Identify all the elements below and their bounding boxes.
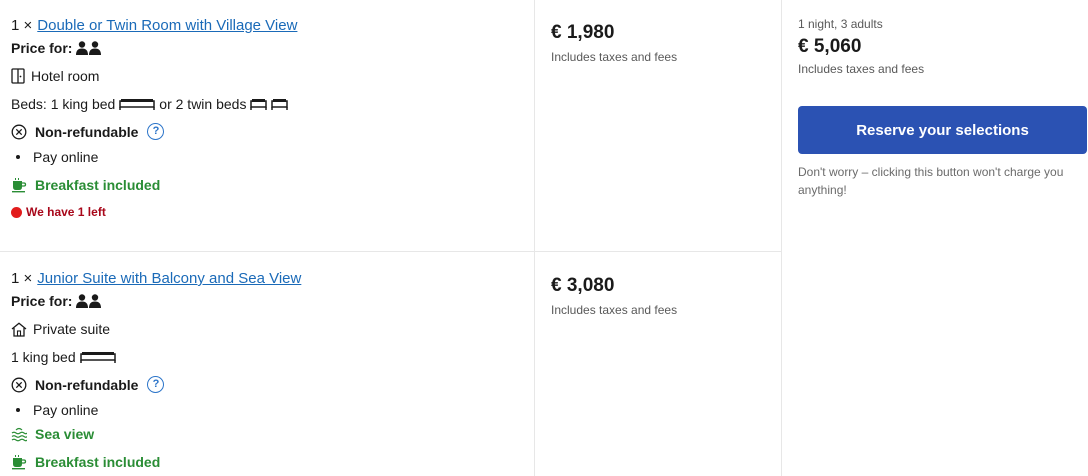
bed-info: Beds: 1 king bed or 2 twin beds bbox=[11, 96, 289, 112]
room-quantity: 1 × bbox=[11, 270, 33, 287]
twin-bed-icon bbox=[271, 97, 289, 111]
guests-icon bbox=[76, 41, 102, 55]
coffee-cup-icon bbox=[11, 454, 27, 470]
bullet bbox=[16, 408, 20, 412]
bullet bbox=[16, 155, 20, 159]
cancel-circle-icon bbox=[11, 124, 27, 140]
reserve-button[interactable]: Reserve your selections bbox=[798, 106, 1087, 154]
refund-policy: Non-refundable ? bbox=[11, 376, 165, 393]
payment-option: Pay online bbox=[11, 149, 98, 165]
view-feature: Sea view bbox=[11, 426, 94, 442]
room-price-amount: € 3,080 bbox=[551, 275, 615, 296]
meal-plan: Breakfast included bbox=[11, 454, 160, 470]
room-type-label: Hotel room bbox=[31, 68, 100, 84]
column-divider bbox=[781, 0, 782, 476]
column-divider bbox=[534, 0, 535, 476]
help-icon[interactable]: ? bbox=[147, 376, 165, 393]
room-type: Hotel room bbox=[11, 68, 99, 84]
room-type-label: Private suite bbox=[33, 321, 111, 337]
booking-summary: 1 night, 3 adults € 5,060 Includes taxes… bbox=[798, 17, 1087, 197]
price-for-label: Price for: bbox=[11, 40, 73, 56]
scarcity-label: We have 1 left bbox=[26, 205, 106, 219]
meal-plan: Breakfast included bbox=[11, 177, 160, 193]
room-price: € 1,980 Includes taxes and fees bbox=[551, 22, 677, 64]
room-type: Private suite bbox=[11, 321, 110, 337]
scarcity-message: We have 1 left bbox=[11, 205, 106, 219]
view-label: Sea view bbox=[35, 426, 95, 442]
room-price-note: Includes taxes and fees bbox=[551, 303, 678, 317]
meal-label: Breakfast included bbox=[35, 454, 161, 470]
room-title: 1 × Double or Twin Room with Village Vie… bbox=[11, 17, 297, 34]
help-icon[interactable]: ? bbox=[147, 123, 165, 140]
refund-label: Non-refundable bbox=[35, 123, 139, 140]
payment-label: Pay online bbox=[33, 402, 99, 418]
meal-label: Breakfast included bbox=[35, 177, 161, 193]
row-divider bbox=[0, 251, 782, 252]
room-name-link[interactable]: Double or Twin Room with Village View bbox=[37, 17, 297, 34]
price-for: Price for: bbox=[11, 40, 102, 56]
reassurance-note: Don't worry – clicking this button won't… bbox=[798, 165, 1064, 197]
door-icon bbox=[11, 68, 25, 84]
payment-label: Pay online bbox=[33, 149, 99, 165]
room-title: 1 × Junior Suite with Balcony and Sea Vi… bbox=[11, 270, 301, 287]
guests-icon bbox=[76, 294, 102, 308]
beds-label: 1 king bed bbox=[11, 349, 76, 365]
room-name-link[interactable]: Junior Suite with Balcony and Sea View bbox=[37, 270, 301, 287]
payment-option: Pay online bbox=[11, 402, 98, 418]
room-price-note: Includes taxes and fees bbox=[551, 50, 678, 64]
stay-details: 1 night, 3 adults bbox=[798, 17, 883, 31]
price-for-label: Price for: bbox=[11, 293, 73, 309]
red-dot-icon bbox=[11, 206, 22, 218]
room-price-amount: € 1,980 bbox=[551, 22, 615, 43]
bed-info: 1 king bed bbox=[11, 349, 116, 365]
total-price-note: Includes taxes and fees bbox=[798, 62, 925, 76]
coffee-cup-icon bbox=[11, 177, 27, 193]
room-quantity: 1 × bbox=[11, 17, 33, 34]
beds-alt-label: or 2 twin beds bbox=[159, 96, 247, 112]
cancel-circle-icon bbox=[11, 377, 27, 393]
total-price: € 5,060 bbox=[798, 36, 862, 57]
sea-view-icon bbox=[11, 426, 27, 442]
refund-policy: Non-refundable ? bbox=[11, 123, 165, 140]
refund-label: Non-refundable bbox=[35, 376, 139, 393]
king-bed-icon bbox=[79, 350, 116, 364]
price-for: Price for: bbox=[11, 293, 102, 309]
room-price: € 3,080 Includes taxes and fees bbox=[551, 275, 677, 317]
beds-label: Beds: 1 king bed bbox=[11, 96, 116, 112]
twin-bed-icon bbox=[250, 97, 268, 111]
king-bed-icon bbox=[119, 97, 156, 111]
house-icon bbox=[11, 322, 27, 337]
